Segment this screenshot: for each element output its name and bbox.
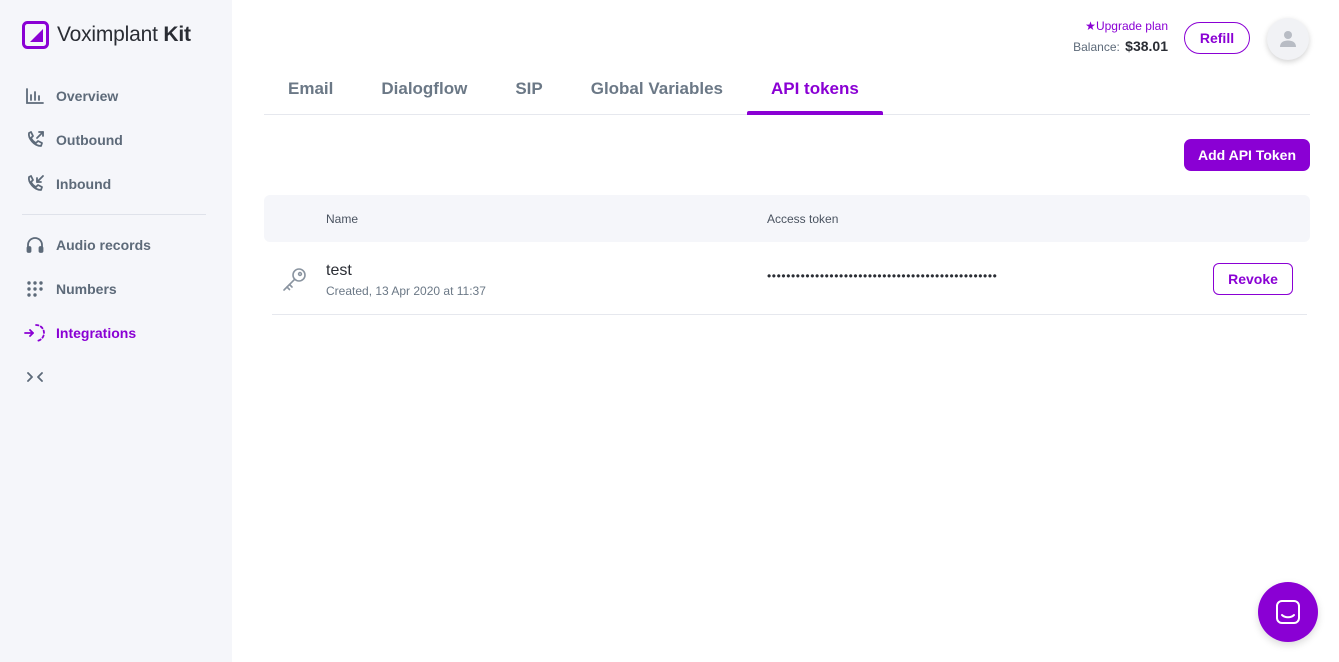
balance-value: $38.01 <box>1125 38 1168 54</box>
key-icon <box>283 268 306 291</box>
sidebar-divider <box>22 214 206 215</box>
sidebar-item-label: Numbers <box>56 281 117 297</box>
sidebar-item-label: Overview <box>56 88 119 104</box>
tab-global-variables[interactable]: Global Variables <box>567 62 747 115</box>
user-icon <box>1280 31 1296 47</box>
chat-icon <box>1276 600 1300 624</box>
balance: Balance: $38.01 <box>1073 38 1168 54</box>
sidebar-item-label: Integrations <box>56 325 137 341</box>
tab-dialogflow[interactable]: Dialogflow <box>357 62 491 115</box>
star-icon: ★ <box>1085 19 1096 33</box>
brand-name: Voximplant Kit <box>57 23 191 46</box>
sidebar: Voximplant Kit Overview Outbound Inbound… <box>0 0 232 662</box>
column-header-access-token: Access token <box>767 212 839 226</box>
refill-button[interactable]: Refill <box>1184 22 1250 54</box>
sidebar-item-label: Inbound <box>56 176 112 192</box>
upgrade-plan-link[interactable]: ★Upgrade plan <box>1085 19 1168 33</box>
sidebar-nav: Overview Outbound Inbound Audio records … <box>0 74 232 399</box>
inbound-call-icon <box>24 173 46 195</box>
sidebar-item-label: Audio records <box>56 237 151 253</box>
sidebar-item-inbound[interactable]: Inbound <box>0 162 232 206</box>
outbound-call-icon <box>24 129 46 151</box>
sidebar-item-overview[interactable]: Overview <box>0 74 232 118</box>
sidebar-item-audio-records[interactable]: Audio records <box>0 223 232 267</box>
access-token-masked: ••••••••••••••••••••••••••••••••••••••••… <box>767 269 998 283</box>
dialpad-icon <box>24 278 46 300</box>
tab-email[interactable]: Email <box>264 62 357 115</box>
table-header: Name Access token <box>264 195 1310 242</box>
add-api-token-button[interactable]: Add API Token <box>1184 139 1310 171</box>
sidebar-item-label: Outbound <box>56 132 123 148</box>
logo[interactable]: Voximplant Kit <box>22 21 191 49</box>
sidebar-item-numbers[interactable]: Numbers <box>0 267 232 311</box>
revoke-button[interactable]: Revoke <box>1213 263 1293 295</box>
chat-widget-button[interactable] <box>1258 582 1318 642</box>
tab-sip[interactable]: SIP <box>491 62 566 115</box>
sidebar-item-outbound[interactable]: Outbound <box>0 118 232 162</box>
sidebar-item-integrations[interactable]: Integrations <box>0 311 232 355</box>
avatar[interactable] <box>1267 18 1309 60</box>
integrations-icon <box>24 322 46 344</box>
headphones-icon <box>24 234 46 256</box>
collapse-icon <box>24 366 46 388</box>
integration-tabs: Email Dialogflow SIP Global Variables AP… <box>264 62 1310 115</box>
table-row: test Created, 13 Apr 2020 at 11:37 •••••… <box>272 242 1307 315</box>
column-header-name: Name <box>326 212 359 226</box>
tab-api-tokens[interactable]: API tokens <box>747 62 883 115</box>
sidebar-collapse-button[interactable] <box>0 355 232 399</box>
chart-icon <box>24 85 46 107</box>
voximplant-logo-icon <box>22 21 49 49</box>
token-name: test <box>326 262 352 279</box>
token-created-date: Created, 13 Apr 2020 at 11:37 <box>326 284 486 298</box>
